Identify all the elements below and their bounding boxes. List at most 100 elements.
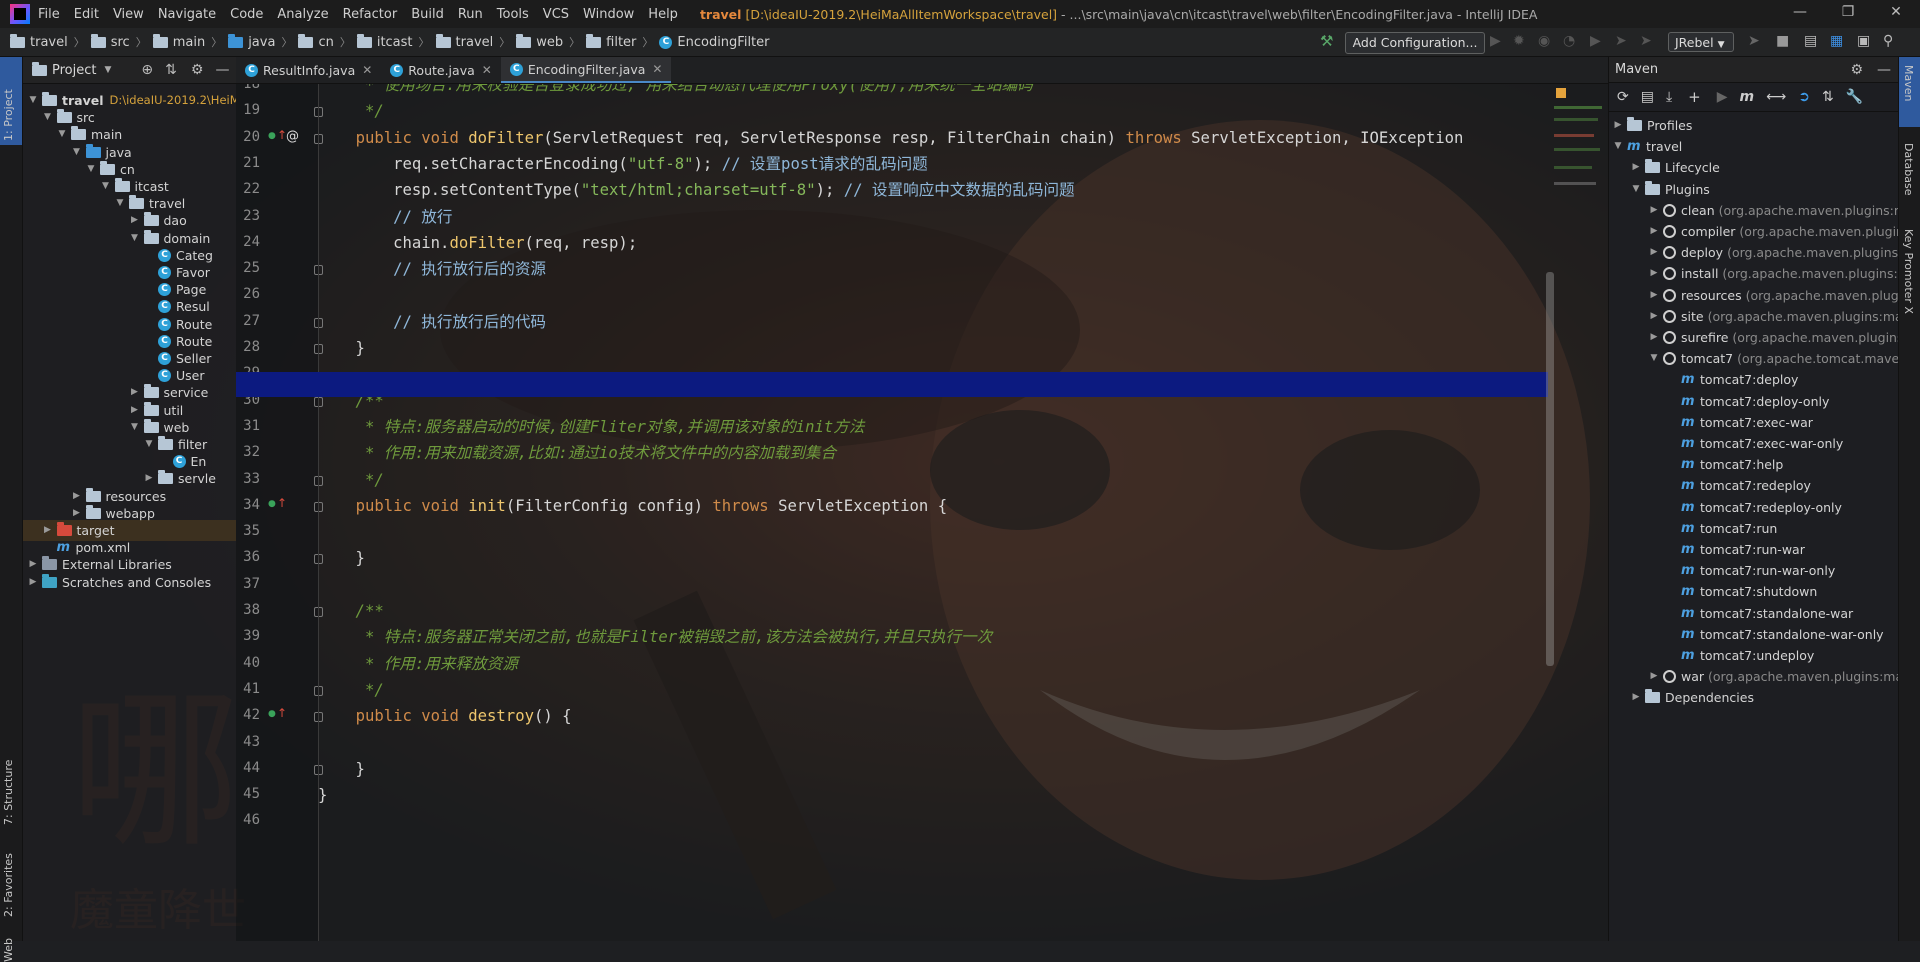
chevron-right-icon[interactable]: ▶ xyxy=(28,572,38,593)
chevron-down-icon[interactable]: ▼ xyxy=(1613,136,1623,157)
editor-tab[interactable]: C EncodingFilter.java ✕ xyxy=(500,57,672,83)
minimize-icon[interactable]: — xyxy=(1780,4,1820,20)
code-line[interactable]: */ xyxy=(318,677,384,703)
jrebel-run-icon[interactable]: ➤ xyxy=(1615,33,1627,49)
menu-refactor[interactable]: Refactor xyxy=(343,7,398,22)
generate-sources-icon[interactable]: ▤ xyxy=(1641,89,1654,105)
menu-build[interactable]: Build xyxy=(411,7,444,22)
close-icon[interactable]: ✕ xyxy=(482,63,492,77)
code-line[interactable]: * 作用:用来加载资源,比如:通过io技术将文件中的内容加载到集合 xyxy=(318,440,836,466)
code-line[interactable]: } xyxy=(318,782,327,808)
code-editor[interactable]: * 使用场合:用来校验是否登录成功过, 用来结合动态代理使用Proxy(使用),… xyxy=(236,84,1608,941)
code-line[interactable]: // 执行放行后的代码 xyxy=(318,309,546,335)
menu-navigate[interactable]: Navigate xyxy=(158,7,216,22)
chevron-right-icon[interactable]: ▶ xyxy=(1631,687,1641,708)
chevron-down-icon[interactable]: ▼ xyxy=(130,417,140,438)
project-tool-tab[interactable]: 1: Project xyxy=(2,89,15,141)
chevron-right-icon[interactable]: ▶ xyxy=(1649,200,1659,221)
gear-icon[interactable]: ⚙ xyxy=(1850,62,1863,78)
editor-tab[interactable]: C ResultInfo.java ✕ xyxy=(236,57,381,83)
maven-tree-item[interactable]: ▶ surefire(org.apache.maven.plugins:m xyxy=(1649,327,1899,348)
profile-icon[interactable]: ◔ xyxy=(1563,33,1575,49)
code-line[interactable]: // 放行 xyxy=(318,204,452,230)
chevron-down-icon[interactable]: ▼ xyxy=(104,65,111,75)
warning-icon[interactable] xyxy=(1556,88,1566,98)
tree-item[interactable]: ▶ Scratches and Consoles xyxy=(28,572,211,593)
breadcrumb-item[interactable]: filter 〉 xyxy=(586,33,659,50)
chevron-down-icon[interactable]: ▼ xyxy=(130,228,140,249)
web-tool-tab[interactable]: Web xyxy=(2,938,15,962)
build-hammer-icon[interactable]: ⚒ xyxy=(1320,32,1333,50)
maven-tree-item[interactable]: ▶ resources(org.apache.maven.plugins xyxy=(1649,285,1899,306)
execute-goal-icon[interactable]: m xyxy=(1740,89,1755,105)
maven-tree-item[interactable]: ▼ m travel xyxy=(1613,136,1683,157)
chevron-down-icon[interactable]: ▼ xyxy=(72,142,82,163)
code-area[interactable]: * 使用场合:用来校验是否登录成功过, 用来结合动态代理使用Proxy(使用),… xyxy=(318,84,1608,941)
collapse-all-icon[interactable]: ⇅ xyxy=(165,62,177,78)
breadcrumb-item[interactable]: web 〉 xyxy=(516,33,586,50)
menu-run[interactable]: Run xyxy=(458,7,483,22)
maven-tree-item[interactable]: ▶ Dependencies xyxy=(1631,687,1754,708)
maven-tree-item[interactable]: ▶ clean(org.apache.maven.plugins:mav xyxy=(1649,200,1899,221)
key-promoter-tool-tab[interactable]: Key Promoter X xyxy=(1902,229,1915,314)
add-configuration-button[interactable]: Add Configuration... xyxy=(1345,32,1485,54)
code-line[interactable]: * 特点:服务器正常关闭之前,也就是Filter被销毁之前,该方法会被执行,并且… xyxy=(318,624,992,650)
editor-tab[interactable]: C Route.java ✕ xyxy=(381,57,501,83)
maven-tree-item[interactable]: m tomcat7:undeploy xyxy=(1667,645,1814,666)
maven-tree-item[interactable]: m tomcat7:run-war-only xyxy=(1667,560,1835,581)
code-line[interactable]: chain.doFilter(req, resp); xyxy=(318,230,637,256)
reload-icon[interactable]: ⟳ xyxy=(1617,89,1629,105)
maven-tree-item[interactable]: ▶ site(org.apache.maven.plugins:maven xyxy=(1649,306,1899,327)
maven-tree-item[interactable]: m tomcat7:deploy xyxy=(1667,369,1798,390)
maven-tree-item[interactable]: m tomcat7:standalone-war xyxy=(1667,603,1853,624)
update-icon[interactable]: ➤ xyxy=(1748,33,1760,49)
database-tool-tab[interactable]: Database xyxy=(1902,143,1915,196)
code-line[interactable]: resp.setContentType("text/html;charset=u… xyxy=(318,177,1075,203)
chevron-right-icon[interactable]: ▶ xyxy=(1613,115,1623,136)
chevron-down-icon[interactable]: ▼ xyxy=(86,159,96,180)
maven-tree-item[interactable]: ▼ Plugins xyxy=(1631,179,1710,200)
code-line[interactable]: req.setCharacterEncoding("utf-8"); // 设置… xyxy=(318,151,928,177)
close-window-icon[interactable]: ✕ xyxy=(1876,4,1916,20)
layout-icon[interactable]: ▣ xyxy=(1857,33,1870,49)
chevron-down-icon[interactable]: ▼ xyxy=(57,124,67,145)
structure-tool-tab[interactable]: 7: Structure xyxy=(2,760,15,825)
annotation-at-icon[interactable]: @ xyxy=(286,129,299,144)
breadcrumb-item[interactable]: src 〉 xyxy=(90,33,153,50)
maven-tree-item[interactable]: m tomcat7:standalone-war-only xyxy=(1667,624,1884,645)
code-line[interactable] xyxy=(318,808,327,834)
project-panel-title[interactable]: Project xyxy=(52,63,96,78)
maven-tree-item[interactable]: ▶ war(org.apache.maven.plugins:maven xyxy=(1649,666,1899,687)
favorites-tool-tab[interactable]: 2: Favorites xyxy=(2,853,15,917)
code-line[interactable]: * 特点:服务器启动的时候,创建Fliter对象,并调用该对象的init方法 xyxy=(318,414,864,440)
maven-tree-item[interactable]: m tomcat7:shutdown xyxy=(1667,581,1817,602)
override-marker-icon[interactable]: ● xyxy=(268,131,276,141)
code-line[interactable] xyxy=(318,730,327,756)
chevron-right-icon[interactable]: ▶ xyxy=(1649,285,1659,306)
maven-tree-item[interactable]: ▼ tomcat7(org.apache.tomcat.maven:to xyxy=(1649,348,1899,369)
close-icon[interactable]: ✕ xyxy=(652,62,662,76)
menu-window[interactable]: Window xyxy=(583,7,634,22)
project-structure-icon[interactable]: ▤ xyxy=(1804,33,1817,49)
jrebel-debug-icon[interactable]: ➤ xyxy=(1640,33,1652,49)
skip-tests-icon[interactable]: ➲ xyxy=(1798,89,1810,105)
chevron-down-icon[interactable]: ▼ xyxy=(101,176,111,197)
maven-tree-item[interactable]: ▶ install (org.apache.maven.plugins:ma xyxy=(1649,263,1899,284)
menu-analyze[interactable]: Analyze xyxy=(277,7,328,22)
code-line[interactable]: public void destroy() { xyxy=(318,703,572,729)
menu-code[interactable]: Code xyxy=(230,7,263,22)
chevron-down-icon[interactable]: ▼ xyxy=(1649,348,1659,369)
breadcrumb-item[interactable]: java 〉 xyxy=(228,33,298,50)
override-marker-icon[interactable]: ● xyxy=(268,709,276,719)
chevron-right-icon[interactable]: ▶ xyxy=(1649,242,1659,263)
chevron-down-icon[interactable]: ▼ xyxy=(115,193,125,214)
collapse-all-icon[interactable]: ⇅ xyxy=(1822,89,1834,105)
debug-icon[interactable]: ✹ xyxy=(1513,33,1525,49)
code-line[interactable]: } xyxy=(318,545,365,571)
breadcrumb-item[interactable]: C EncodingFilter xyxy=(659,35,770,50)
code-line[interactable]: * 作用:用来释放资源 xyxy=(318,651,518,677)
menu-view[interactable]: View xyxy=(113,7,144,22)
close-icon[interactable]: ✕ xyxy=(362,63,372,77)
breadcrumb-item[interactable]: main 〉 xyxy=(152,33,228,50)
chevron-right-icon[interactable]: ▶ xyxy=(1649,306,1659,327)
